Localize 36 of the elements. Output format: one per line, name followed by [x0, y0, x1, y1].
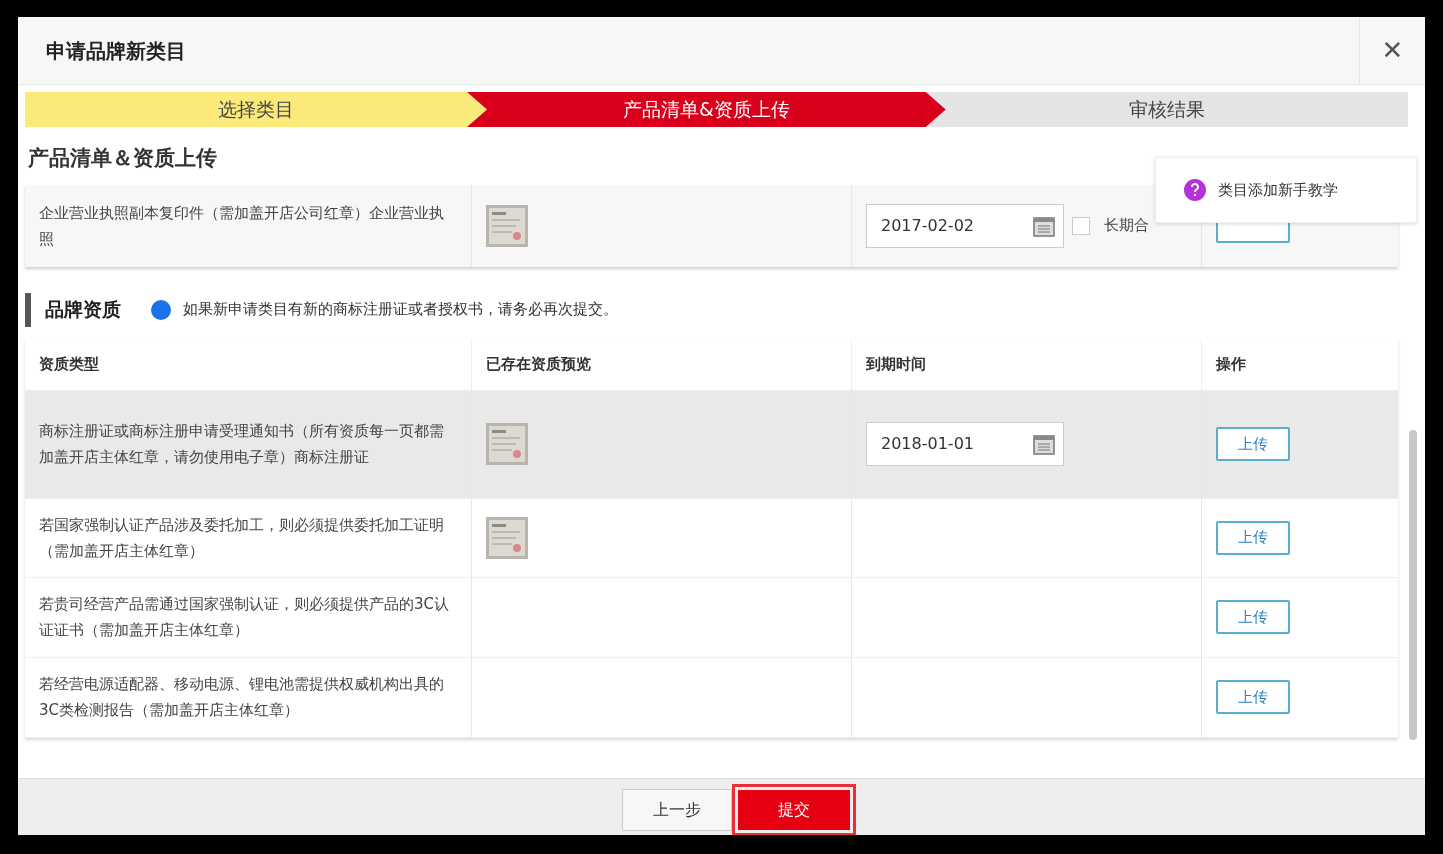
- back-button[interactable]: 上一步: [621, 789, 732, 831]
- table-cell-text: 若国家强制认证产品涉及委托加工，则必须提供委托加工证明（需加盖开店主体红章）: [39, 514, 445, 562]
- date-field[interactable]: 2017-02-02: [866, 203, 1064, 248]
- help-link[interactable]: 类目添加新手教学: [1218, 178, 1338, 202]
- checkbox-label: 长期合: [1104, 215, 1149, 237]
- dialog-title: 申请品牌新类目: [45, 37, 187, 65]
- table-cell-text: 商标注册证或商标注册申请受理通知书（所有资质每一页都需加盖开店主体红章，请勿使用电子章）商标注册证: [39, 421, 445, 468]
- table-row[interactable]: 商标注册证或商标注册申请受理通知书（所有资质每一页都需加盖开店主体红章，请勿使用电子章）商标注册证 2018-01-01 上传: [25, 390, 1398, 499]
- table-cell-text: 企业营业执照副本复印件（需加盖开店公司红章）企业营业执照: [39, 202, 445, 250]
- progress-step[interactable]: 选择类目: [25, 92, 487, 127]
- table-row[interactable]: 若经营电源适配器、移动电源、锂电池需提供权威机构出具的3C类检测报告（需加盖开店主体红章） 上传: [25, 657, 1398, 738]
- table-row[interactable]: 若国家强制认证产品涉及委托加工，则必须提供委托加工证明（需加盖开店主体红章） 上传: [25, 498, 1398, 578]
- section-heading: 品牌资质: [45, 297, 121, 323]
- checkbox[interactable]: [1072, 216, 1090, 235]
- column-header: 已存在资质预览: [486, 353, 591, 375]
- help-popup[interactable]: 类目添加新手教学: [1155, 157, 1417, 223]
- upload-button[interactable]: 上传: [1216, 680, 1290, 714]
- upload-button[interactable]: 上传: [1216, 600, 1290, 634]
- calendar-icon[interactable]: [1033, 433, 1055, 455]
- help-icon: [1184, 179, 1206, 201]
- column-header: 到期时间: [866, 353, 926, 375]
- table-cell-text: 若经营电源适配器、移动电源、锂电池需提供权威机构出具的3C类检测报告（需加盖开店主体红章）: [39, 674, 445, 721]
- section-marker: [25, 292, 31, 327]
- notice-text: 如果新申请类目有新的商标注册证或者授权书，请务必再次提交。: [183, 299, 618, 321]
- calendar-icon[interactable]: [1033, 214, 1055, 237]
- column-header: 资质类型: [39, 353, 99, 375]
- section-title: 产品清单＆资质上传: [28, 145, 218, 172]
- upload-button[interactable]: 上传: [1216, 520, 1290, 555]
- close-button[interactable]: ✕: [1359, 17, 1425, 85]
- column-header: 操作: [1216, 353, 1246, 375]
- table-cell-text: 若贵司经营产品需通过国家强制认证，则必须提供产品的3C认证证书（需加盖开店主体红章）: [39, 594, 451, 641]
- upload-button[interactable]: 上传: [1216, 427, 1290, 461]
- table-row[interactable]: 若贵司经营产品需通过国家强制认证，则必须提供产品的3C认证证书（需加盖开店主体红章） 上传: [25, 577, 1398, 658]
- date-field[interactable]: 2018-01-01: [866, 422, 1064, 466]
- progress-step[interactable]: 产品清单&资质上传: [467, 92, 946, 127]
- progress-step[interactable]: 审核结果: [926, 92, 1408, 127]
